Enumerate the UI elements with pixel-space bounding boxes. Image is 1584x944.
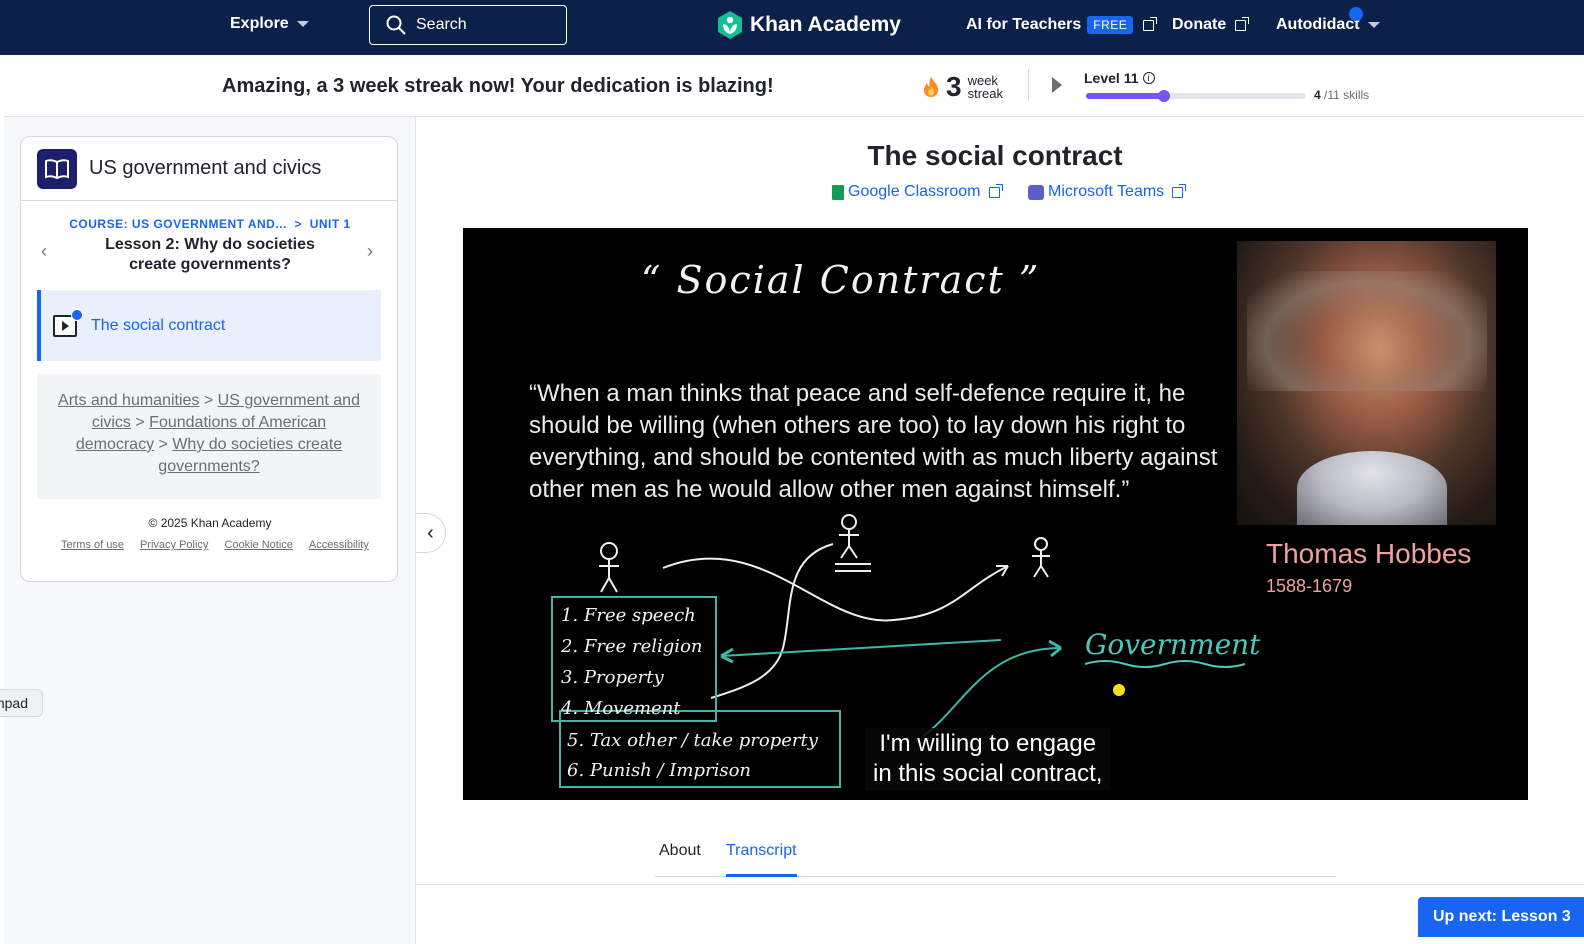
streak-number: 3 xyxy=(946,71,962,102)
stick-figure-icon xyxy=(599,542,619,593)
streak-counter[interactable]: 3 week streak xyxy=(922,71,1003,103)
flame-icon xyxy=(924,77,939,97)
privacy-link[interactable]: Privacy Policy xyxy=(140,539,208,551)
microsoft-teams-share-link[interactable]: Microsoft Teams xyxy=(1028,183,1187,201)
top-navigation-bar: Explore Search Khan Academy AI for Teach… xyxy=(0,0,1584,55)
course-crumb-link[interactable]: COURSE: US GOVERNMENT AND... xyxy=(69,217,287,231)
notification-dot xyxy=(1349,7,1363,21)
level-text: Level 11 xyxy=(1084,70,1139,86)
google-classroom-share-link[interactable]: Google Classroom xyxy=(832,183,1003,201)
play-triangle-icon[interactable] xyxy=(1052,77,1062,93)
government-label: Government xyxy=(1085,628,1261,661)
streak-unit: week streak xyxy=(968,74,1003,100)
info-icon[interactable]: i xyxy=(1142,72,1155,84)
unit-crumb-link[interactable]: UNIT 1 xyxy=(310,217,351,231)
explore-menu[interactable]: Explore xyxy=(230,15,309,33)
caption-line: I'm willing to engage xyxy=(879,730,1097,757)
progress-knob xyxy=(1158,90,1171,102)
notepad-tab-label: npad xyxy=(0,695,28,711)
topic-breadcrumb: Arts and humanities > US government and … xyxy=(37,374,381,499)
microsoft-teams-label: Microsoft Teams xyxy=(1048,183,1165,200)
video-player[interactable]: “ Social Contract ” “When a man thinks t… xyxy=(463,228,1528,800)
chevron-down-icon xyxy=(296,21,309,27)
powers-list-item: 5. Tax other / take property xyxy=(567,730,818,751)
tab-transcript[interactable]: Transcript xyxy=(726,842,797,877)
ai-for-teachers-link[interactable]: AI for Teachers FREE xyxy=(966,16,1158,34)
rights-list-item: 1. Free speech xyxy=(561,605,696,626)
donate-link[interactable]: Donate xyxy=(1172,16,1250,34)
course-unit-breadcrumb: COURSE: US GOVERNMENT AND... > UNIT 1 xyxy=(21,217,397,231)
rights-list-item: 3. Property xyxy=(561,667,664,688)
rights-list-item: 2. Free religion xyxy=(561,636,703,657)
search-placeholder: Search xyxy=(416,16,467,33)
course-nav-card: US government and civics COURSE: US GOVE… xyxy=(20,136,398,582)
terms-link[interactable]: Terms of use xyxy=(61,539,124,551)
course-header[interactable]: US government and civics xyxy=(21,137,397,201)
breadcrumb-link[interactable]: Why do societies create governments? xyxy=(158,436,342,475)
skills-total: /11 skills xyxy=(1324,88,1370,102)
level-label[interactable]: Level 11 i xyxy=(1084,70,1155,86)
google-classroom-icon xyxy=(832,184,844,200)
user-menu[interactable]: Autodidact xyxy=(1276,16,1380,34)
notepad-tab[interactable]: npad xyxy=(0,689,43,717)
streak-message: Amazing, a 3 week streak now! Your dedic… xyxy=(222,75,774,97)
crumb-separator: > xyxy=(290,217,306,231)
cursor-pointer-dot xyxy=(1113,684,1125,696)
explore-label: Explore xyxy=(230,15,289,32)
level-progress-bar xyxy=(1086,90,1306,102)
skills-done: 4 xyxy=(1314,88,1321,102)
microsoft-teams-icon xyxy=(1028,184,1044,200)
video-caption: I'm willing to engage in this social con… xyxy=(865,728,1111,790)
lesson-item-the-social-contract[interactable]: The social contract xyxy=(37,290,381,361)
search-icon xyxy=(386,15,406,35)
free-badge: FREE xyxy=(1087,16,1134,34)
accessibility-link[interactable]: Accessibility xyxy=(309,539,369,551)
footer-links: Terms of use Privacy Policy Cookie Notic… xyxy=(61,539,391,551)
rights-list-item: 4. Movement xyxy=(561,698,681,719)
donate-label: Donate xyxy=(1172,16,1227,33)
lesson-title: Lesson 2: Why do societies create govern… xyxy=(105,236,315,273)
stick-figure-icon xyxy=(1032,537,1050,578)
khan-academy-logo[interactable]: Khan Academy xyxy=(716,10,901,40)
streak-unit-line2: streak xyxy=(967,86,1003,101)
divider xyxy=(1028,69,1029,101)
rights-list: 1. Free speech 2. Free religion 3. Prope… xyxy=(561,600,703,724)
external-link-icon xyxy=(988,183,1003,198)
stick-figure-icon xyxy=(835,514,871,572)
ai-for-teachers-label: AI for Teachers xyxy=(966,16,1082,33)
caption-line: in this social contract, xyxy=(873,760,1103,787)
previous-lesson-chevron-icon[interactable]: ‹ xyxy=(41,241,47,262)
government-powers-list: 5. Tax other / take property 6. Punish /… xyxy=(567,726,818,786)
collapse-sidebar-chevron-left-icon[interactable]: ‹ xyxy=(416,513,446,553)
skills-count: 4 /11 skills xyxy=(1314,88,1369,102)
open-book-icon xyxy=(37,148,77,189)
username: Autodidact xyxy=(1276,16,1360,33)
course-title: US government and civics xyxy=(89,157,322,179)
up-next-button[interactable]: Up next: Lesson 3 xyxy=(1418,897,1584,937)
video-icon xyxy=(53,308,83,337)
level-progress-fill xyxy=(1086,90,1171,102)
google-classroom-label: Google Classroom xyxy=(848,183,981,200)
external-link-icon xyxy=(1172,183,1187,198)
next-lesson-chevron-icon[interactable]: › xyxy=(367,241,373,262)
tab-about[interactable]: About xyxy=(659,842,701,877)
left-sidebar: US government and civics COURSE: US GOVE… xyxy=(4,117,416,944)
search-box[interactable]: Search xyxy=(369,5,567,45)
streak-banner: Amazing, a 3 week streak now! Your dedic… xyxy=(4,55,1584,117)
brand-name: Khan Academy xyxy=(750,13,901,36)
content-tabs: About Transcript xyxy=(655,842,1336,877)
external-link-icon xyxy=(1143,16,1158,31)
chevron-down-icon xyxy=(1367,22,1380,28)
copyright: © 2025 Khan Academy xyxy=(148,516,272,530)
external-link-icon xyxy=(1235,16,1250,31)
powers-list-item: 6. Punish / Imprison xyxy=(567,760,752,781)
page-title: The social contract xyxy=(867,140,1123,171)
khan-leaf-icon xyxy=(718,11,742,39)
divider xyxy=(416,884,1584,885)
lesson-item-label: The social contract xyxy=(91,316,226,334)
cookie-link[interactable]: Cookie Notice xyxy=(224,539,292,551)
completed-check-icon xyxy=(71,308,83,321)
breadcrumb-link[interactable]: Arts and humanities xyxy=(58,392,199,409)
